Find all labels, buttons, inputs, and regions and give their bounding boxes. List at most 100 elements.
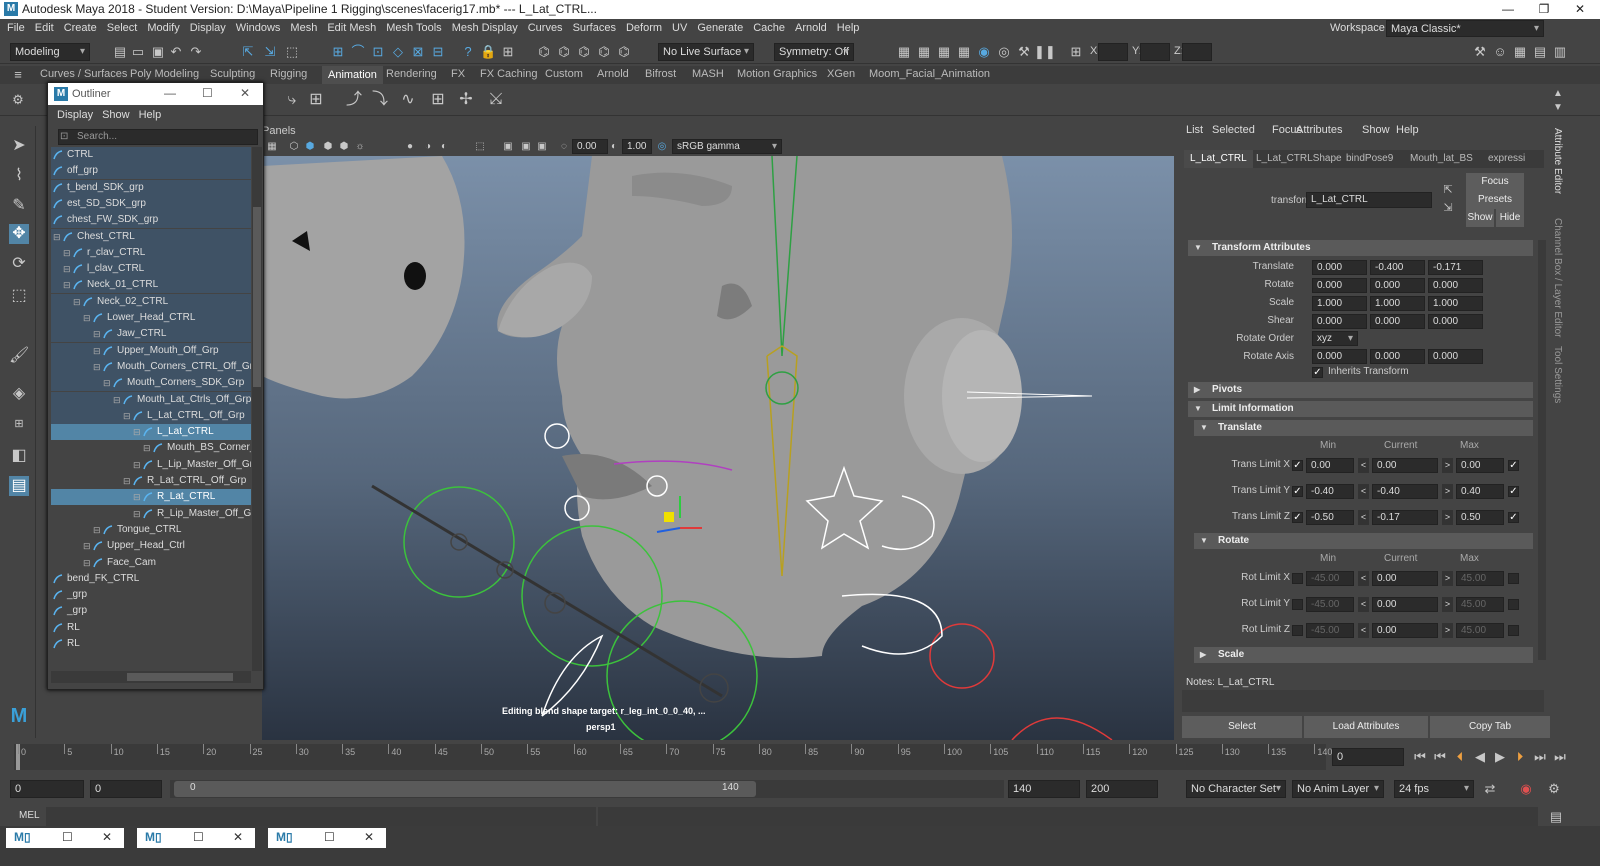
menu-uv[interactable]: UV: [667, 19, 692, 38]
expand-toggle-icon[interactable]: ⊟: [133, 457, 141, 473]
pause-icon[interactable]: ❚❚: [1034, 44, 1056, 60]
outliner-row[interactable]: _grp: [51, 587, 251, 603]
rotate-axis-x-field[interactable]: 0.000: [1312, 349, 1367, 364]
paint-weights-icon[interactable]: 🖌: [9, 346, 29, 366]
trans-set-max-icon[interactable]: >: [1442, 458, 1453, 473]
notes-field[interactable]: [1182, 690, 1544, 712]
anim-prefs-icon[interactable]: ⚙: [1546, 781, 1562, 797]
trans-max-enable-checkbox[interactable]: ✓: [1508, 512, 1519, 523]
outliner-row[interactable]: ⊟ Mouth_Lat_Ctrls_Off_Grp: [51, 391, 251, 408]
scene-end-field[interactable]: 200: [1086, 780, 1158, 798]
outliner-row[interactable]: off_grp: [51, 163, 251, 180]
shelf-tab-rendering[interactable]: Rendering: [386, 68, 437, 80]
paint-select-icon[interactable]: ✎: [9, 196, 29, 216]
outliner-row[interactable]: ⊟ Upper_Mouth_Off_Grp: [51, 342, 251, 359]
gamma-icon[interactable]: ◐: [606, 139, 622, 155]
expand-toggle-icon[interactable]: ⊟: [93, 343, 101, 359]
minimized-window-2[interactable]: M▯ ☐ ✕: [137, 828, 255, 848]
tool-settings-toggle-icon[interactable]: ▤: [1532, 44, 1548, 60]
outliner-row[interactable]: ⊟ r_clav_CTRL: [51, 244, 251, 261]
snap-point-icon[interactable]: ⊡: [370, 44, 386, 60]
wireframe-on-shaded-icon[interactable]: ⬢: [320, 139, 336, 155]
menu-windows[interactable]: Windows: [231, 19, 286, 38]
copy-tab-button[interactable]: Copy Tab: [1430, 716, 1550, 738]
ao-icon[interactable]: ◑: [420, 139, 436, 155]
restore-icon[interactable]: ☐: [62, 830, 73, 844]
ae-tab-expressi[interactable]: expressi: [1488, 153, 1525, 164]
attribute-editor-toggle-icon[interactable]: ▦: [1512, 44, 1528, 60]
workspace-dropdown[interactable]: Maya Classic*: [1386, 20, 1544, 37]
outliner-row[interactable]: RL: [51, 620, 251, 636]
shelf-tab-fx[interactable]: FX: [451, 68, 465, 80]
side-tab-tool-settings[interactable]: Tool Settings: [1552, 346, 1563, 403]
outliner-hscroll-thumb[interactable]: [127, 673, 233, 681]
trans-current-field[interactable]: -0.17: [1372, 510, 1438, 525]
rot-set-max-icon[interactable]: >: [1442, 571, 1453, 586]
expand-toggle-icon[interactable]: ⊟: [93, 522, 101, 538]
expand-toggle-icon[interactable]: ⊟: [73, 294, 81, 310]
attribute-editor-scrollbar[interactable]: [1538, 240, 1546, 660]
snap-together-icon[interactable]: ⊟: [430, 44, 446, 60]
menu-deform[interactable]: Deform: [621, 19, 667, 38]
rot-min-enable-checkbox[interactable]: [1292, 599, 1303, 610]
scale-z-field[interactable]: 1.000: [1428, 296, 1483, 311]
trans-current-field[interactable]: -0.40: [1372, 484, 1438, 499]
trans-min-field[interactable]: -0.50: [1306, 510, 1354, 525]
y-field[interactable]: [1140, 43, 1170, 61]
shelf-tab-curves-surfaces[interactable]: Curves / Surfaces: [40, 68, 127, 80]
xray-icon[interactable]: ▣: [500, 139, 516, 155]
trans-min-enable-checkbox[interactable]: ✓: [1292, 486, 1303, 497]
translate-z-field[interactable]: -0.171: [1428, 260, 1483, 275]
two-view-icon[interactable]: ◧: [9, 446, 29, 466]
wireframe-icon[interactable]: ⬡: [286, 139, 302, 155]
range-slider[interactable]: 0 140: [170, 780, 1004, 798]
expand-toggle-icon[interactable]: ⊟: [93, 359, 101, 375]
ae-menu-help[interactable]: Help: [1396, 124, 1419, 136]
render-view-icon[interactable]: ▦: [896, 44, 912, 60]
outliner-row[interactable]: ⊟ Mouth_BS_Corner_Lat_I: [51, 440, 251, 456]
menu-surfaces[interactable]: Surfaces: [568, 19, 621, 38]
color-management-icon[interactable]: ◎: [654, 139, 670, 155]
rot-min-field[interactable]: -45.00: [1306, 597, 1354, 612]
expand-toggle-icon[interactable]: ⊟: [63, 245, 71, 261]
trans-set-min-icon[interactable]: <: [1358, 484, 1369, 499]
rotate-x-field[interactable]: 0.000: [1312, 278, 1367, 293]
lock-icon[interactable]: 🔒: [480, 44, 496, 60]
outliner-row[interactable]: ⊟ Jaw_CTRL: [51, 326, 251, 343]
expand-toggle-icon[interactable]: ⊟: [83, 310, 91, 326]
trans-current-field[interactable]: 0.00: [1372, 458, 1438, 473]
close-icon[interactable]: ✕: [233, 830, 243, 844]
redo-icon[interactable]: ↷: [188, 44, 204, 60]
undo-icon[interactable]: ↶: [168, 44, 184, 60]
playback-start-field[interactable]: 0: [90, 780, 162, 798]
menu-cache[interactable]: Cache: [748, 19, 790, 38]
rotate-order-dropdown[interactable]: xyz: [1312, 331, 1358, 346]
presets-button[interactable]: Presets: [1466, 191, 1524, 209]
spline-ik-icon[interactable]: ∿: [400, 92, 416, 108]
hypershade-icon[interactable]: ◉: [976, 44, 992, 60]
expand-toggle-icon[interactable]: ⊟: [103, 375, 111, 391]
outliner-row[interactable]: t_bend_SDK_grp: [51, 179, 251, 196]
outliner-row[interactable]: ⊟ Chest_CTRL: [51, 228, 251, 245]
step-back-key-icon[interactable]: ⏮: [1432, 749, 1448, 765]
rotate-axis-z-field[interactable]: 0.000: [1428, 349, 1483, 364]
shelf-tab-fx-caching[interactable]: FX Caching: [480, 68, 537, 80]
snap-live-icon[interactable]: ⊠: [410, 44, 426, 60]
outliner-row[interactable]: ⊟ Face_Cam: [51, 555, 251, 571]
key-translate-icon[interactable]: ⊞: [308, 92, 324, 108]
outliner-row[interactable]: CTRL: [51, 147, 251, 163]
outliner-hscroll[interactable]: [51, 671, 251, 683]
side-tab-channel-box[interactable]: Channel Box / Layer Editor: [1552, 218, 1563, 338]
rot-set-max-icon[interactable]: >: [1442, 623, 1453, 638]
trans-min-enable-checkbox[interactable]: ✓: [1292, 512, 1303, 523]
history-icon[interactable]: ⌬: [576, 44, 592, 60]
trans-min-enable-checkbox[interactable]: ✓: [1292, 460, 1303, 471]
rotate-tool-icon[interactable]: ⟳: [9, 254, 29, 274]
ipr-render-icon[interactable]: ▦: [936, 44, 952, 60]
shelf-tab-mash[interactable]: MASH: [692, 68, 724, 80]
character-controls-icon[interactable]: ☺: [1492, 44, 1508, 60]
ae-menu-list[interactable]: List: [1186, 124, 1203, 136]
shear-y-field[interactable]: 0.000: [1370, 314, 1425, 329]
outliner-row[interactable]: ⊟ L_Lat_CTRL: [51, 424, 251, 441]
trans-max-field[interactable]: 0.50: [1456, 510, 1504, 525]
